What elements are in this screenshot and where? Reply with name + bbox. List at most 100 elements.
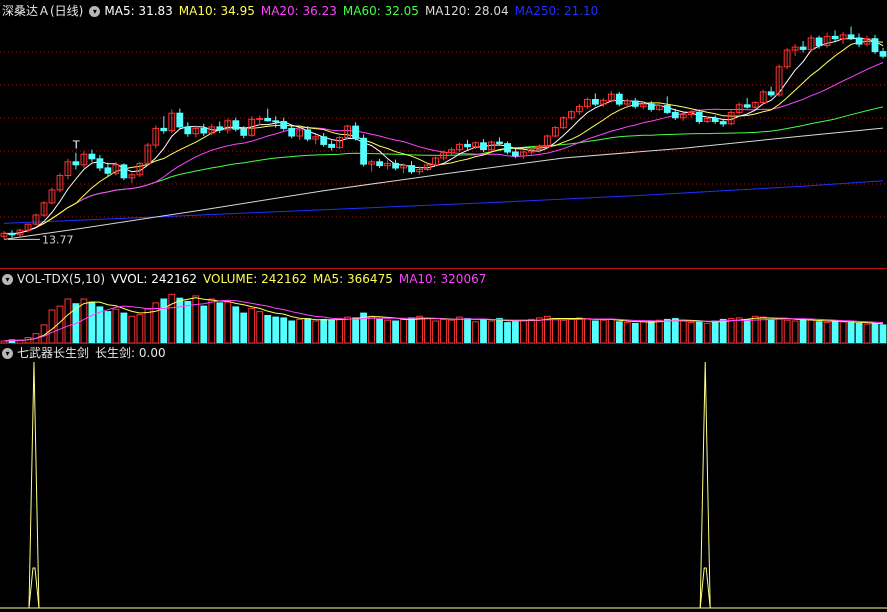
volume-bar xyxy=(743,318,751,344)
volume-title[interactable]: VOL-TDX(5,10) xyxy=(17,270,105,288)
candle-body xyxy=(8,232,16,236)
volume-legend: VVOL: 242162 VOLUME: 242162 MA5: 366475 MA1… xyxy=(111,270,492,288)
volume-bar xyxy=(344,316,352,344)
candle-body xyxy=(847,34,855,39)
volume-bar xyxy=(568,318,575,344)
stock-title[interactable]: 深桑达Ａ(日线) xyxy=(2,2,83,20)
volume-bar xyxy=(775,318,783,344)
candle-body xyxy=(815,37,823,47)
ma250-line xyxy=(3,180,884,224)
candle-body xyxy=(871,38,879,53)
volume-bar xyxy=(200,305,208,344)
indicator-title[interactable]: 七武器长生剑 xyxy=(17,344,89,362)
signal-spike xyxy=(28,361,40,609)
volume-bar xyxy=(440,318,447,344)
volume-bar xyxy=(631,322,639,344)
volume-header: ▾ VOL-TDX(5,10) VVOL: 242162 VOLUME: 2421… xyxy=(2,270,492,288)
volume-bar xyxy=(815,321,823,344)
candle-body xyxy=(512,151,519,157)
volume-bar xyxy=(472,321,479,344)
volume-bar xyxy=(400,318,408,344)
volume-bar xyxy=(224,301,232,344)
volume-bar xyxy=(703,322,711,344)
ma-legend: MA5: 31.83 MA10: 34.95 MA20: 36.23 MA60: 32… xyxy=(104,2,604,20)
ma-legend-item: MA5: 31.83 xyxy=(104,4,173,18)
volume-bar xyxy=(104,311,112,344)
candle-body xyxy=(320,136,328,145)
volume-bar xyxy=(520,319,527,344)
volume-bar xyxy=(871,323,879,344)
indicator-chart[interactable] xyxy=(0,360,887,610)
pane-divider xyxy=(0,268,887,269)
volume-bar xyxy=(256,311,264,344)
volume-bar xyxy=(216,302,224,344)
volume-bar xyxy=(448,319,455,344)
volume-bar xyxy=(272,316,280,344)
volume-bar xyxy=(416,315,424,344)
candle-body xyxy=(631,100,639,107)
candle-body xyxy=(743,104,751,108)
volume-legend-item: MA10: 320067 xyxy=(398,272,487,286)
indicator-value: 长生剑: 0.00 xyxy=(95,346,166,360)
volume-bar xyxy=(735,317,743,344)
volume-bar xyxy=(248,307,256,344)
candle-body xyxy=(663,105,671,113)
volume-bar xyxy=(504,322,511,344)
candle-body xyxy=(711,118,719,122)
candle-body xyxy=(104,167,112,174)
volume-bar xyxy=(328,319,336,344)
ma-legend-item: MA10: 34.95 xyxy=(178,4,255,18)
candle-body xyxy=(176,112,184,128)
volume-bar xyxy=(783,319,791,344)
volume-bar xyxy=(376,318,384,344)
candle-body xyxy=(72,161,80,166)
volume-bar xyxy=(576,317,583,344)
volume-bar xyxy=(184,300,192,344)
volume-bar xyxy=(168,293,176,344)
price-chart[interactable]: 13.77 T xyxy=(0,0,887,268)
volume-bar xyxy=(679,320,687,344)
ma120-line xyxy=(3,127,884,240)
volume-bar xyxy=(320,318,328,344)
volume-bar xyxy=(536,317,543,344)
candle-body xyxy=(408,165,416,173)
candle-body xyxy=(304,129,312,140)
volume-bar xyxy=(88,301,96,344)
volume-legend-item: MA5: 366475 xyxy=(312,272,393,286)
toggle-icon[interactable]: ▾ xyxy=(2,273,13,285)
volume-bar xyxy=(424,318,431,344)
volume-bar xyxy=(352,317,360,344)
candle-body xyxy=(647,103,655,110)
volume-ma10-line xyxy=(3,299,884,342)
volume-bar xyxy=(647,320,655,344)
candle-body xyxy=(200,127,208,134)
candle-body xyxy=(272,120,280,123)
candle-body xyxy=(88,153,96,160)
candle-body xyxy=(496,141,503,145)
toggle-icon[interactable]: ▾ xyxy=(2,347,13,359)
ma-legend-item: MA20: 36.23 xyxy=(260,4,337,18)
volume-bar xyxy=(496,318,503,344)
volume-bar xyxy=(240,312,248,344)
volume-bar xyxy=(615,321,623,344)
volume-bar xyxy=(288,320,296,344)
volume-bar xyxy=(879,324,887,344)
volume-legend-item: VVOL: 242162 xyxy=(111,272,198,286)
candle-body xyxy=(719,121,727,125)
volume-bar xyxy=(64,298,72,344)
indicator-header: ▾ 七武器长生剑 长生剑: 0.00 xyxy=(2,344,172,362)
volume-bar xyxy=(280,317,288,344)
candle-body xyxy=(352,125,360,139)
toggle-icon[interactable]: ▾ xyxy=(89,5,101,17)
volume-bar xyxy=(584,318,591,344)
volume-bar xyxy=(671,318,679,344)
volume-bar xyxy=(831,320,839,344)
volume-bar xyxy=(112,308,120,344)
candle-body xyxy=(328,143,336,148)
volume-bar xyxy=(767,318,775,344)
volume-bar xyxy=(560,319,567,344)
volume-bar xyxy=(408,317,416,344)
volume-bar xyxy=(160,298,168,344)
volume-bar xyxy=(623,322,631,344)
volume-bar xyxy=(528,318,535,344)
